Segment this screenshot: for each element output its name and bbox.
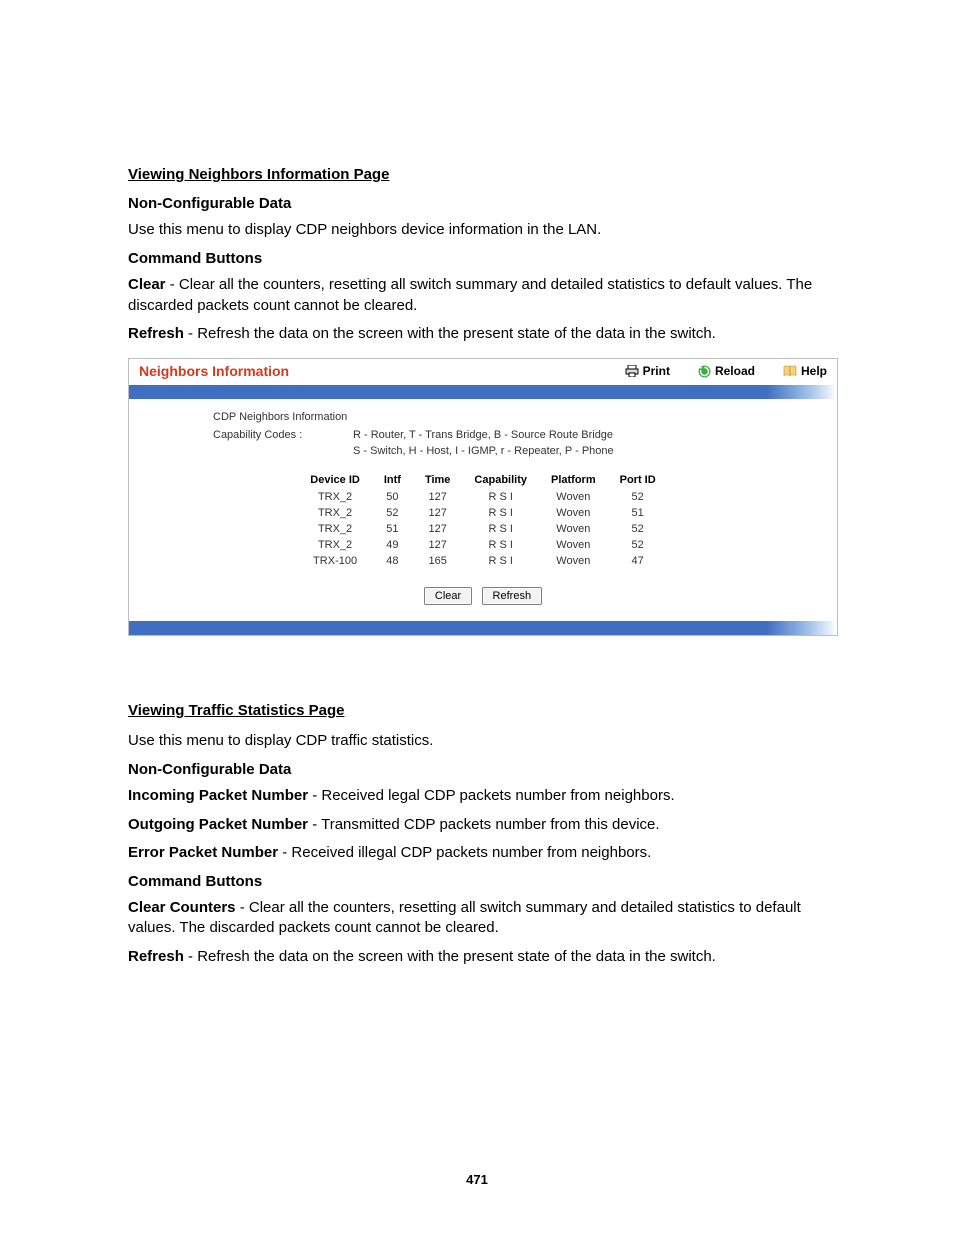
table-cell: 51 <box>608 505 668 521</box>
section2-cmd-refresh: Refresh - Refresh the data on the screen… <box>128 947 838 967</box>
noncfg-item-text: - Received legal CDP packets number from… <box>308 787 675 804</box>
table-row: TRX_250127R S IWoven52 <box>298 489 667 505</box>
capcodes-line1: R - Router, T - Trans Bridge, B - Source… <box>353 429 753 441</box>
table-row: TRX_249127R S IWoven52 <box>298 537 667 553</box>
help-icon <box>783 365 797 377</box>
capcodes-label: Capability Codes : <box>213 429 353 441</box>
table-cell: Woven <box>539 537 608 553</box>
noncfg-item-label: Error Packet Number <box>128 844 278 861</box>
cdp-meta: CDP Neighbors Information Capability Cod… <box>213 411 753 457</box>
cmd-refresh-text: - Refresh the data on the screen with th… <box>184 325 716 342</box>
section1-cmd-refresh: Refresh - Refresh the data on the screen… <box>128 324 838 344</box>
cmd-refresh2-label: Refresh <box>128 948 184 965</box>
table-cell: TRX_2 <box>298 505 372 521</box>
panel-title: Neighbors Information <box>139 363 625 379</box>
table-cell: 127 <box>413 521 462 537</box>
table-cell: Woven <box>539 521 608 537</box>
section2-cmd-clear: Clear Counters - Clear all the counters,… <box>128 898 838 939</box>
print-label: Print <box>643 364 670 378</box>
table-cell: 52 <box>608 537 668 553</box>
table-row: TRX_251127R S IWoven52 <box>298 521 667 537</box>
table-cell: R S I <box>462 537 539 553</box>
table-cell: 127 <box>413 537 462 553</box>
section2-noncfg-head: Non-Configurable Data <box>128 761 838 778</box>
table-cell: 127 <box>413 489 462 505</box>
noncfg-item: Incoming Packet Number - Received legal … <box>128 786 838 806</box>
table-cell: TRX_2 <box>298 537 372 553</box>
section1-cmd-clear: Clear - Clear all the counters, resettin… <box>128 275 838 316</box>
cmd-refresh2-text: - Refresh the data on the screen with th… <box>184 948 716 965</box>
panel-actions: Print Reload Help <box>625 364 827 378</box>
table-cell: R S I <box>462 489 539 505</box>
panel-header: Neighbors Information Print Reload <box>129 359 837 385</box>
table-header-row: Device ID Intf Time Capability Platform … <box>298 471 667 489</box>
table-row: TRX_252127R S IWoven51 <box>298 505 667 521</box>
cdp-table: Device ID Intf Time Capability Platform … <box>298 471 667 569</box>
section1-noncfg-text: Use this menu to display CDP neighbors d… <box>128 220 838 240</box>
page-number: 471 <box>0 1172 954 1187</box>
noncfg-item-label: Incoming Packet Number <box>128 787 308 804</box>
table-cell: 127 <box>413 505 462 521</box>
table-cell: R S I <box>462 521 539 537</box>
col-port-id: Port ID <box>608 471 668 489</box>
section1-cmd-head: Command Buttons <box>128 250 838 267</box>
help-label: Help <box>801 364 827 378</box>
section1-noncfg-head: Non-Configurable Data <box>128 195 838 212</box>
section2-heading: Viewing Traffic Statistics Page <box>128 702 838 719</box>
cmd-clear-label: Clear <box>128 276 166 293</box>
refresh-button[interactable]: Refresh <box>482 587 543 605</box>
button-row: Clear Refresh <box>149 587 817 605</box>
table-cell: 165 <box>413 553 462 569</box>
cmd-clear-counters-label: Clear Counters <box>128 899 236 916</box>
cmd-refresh-label: Refresh <box>128 325 184 342</box>
col-device-id: Device ID <box>298 471 372 489</box>
noncfg-item: Outgoing Packet Number - Transmitted CDP… <box>128 815 838 835</box>
table-cell: Woven <box>539 553 608 569</box>
reload-label: Reload <box>715 364 755 378</box>
blue-bar-top <box>129 385 837 399</box>
table-cell: 49 <box>372 537 413 553</box>
noncfg-item: Error Packet Number - Received illegal C… <box>128 843 838 863</box>
col-intf: Intf <box>372 471 413 489</box>
panel-body: CDP Neighbors Information Capability Cod… <box>129 399 837 621</box>
clear-button[interactable]: Clear <box>424 587 472 605</box>
table-cell: TRX-100 <box>298 553 372 569</box>
neighbors-panel: Neighbors Information Print Reload <box>128 358 838 636</box>
help-button[interactable]: Help <box>783 364 827 378</box>
cmd-clear-text: - Clear all the counters, resetting all … <box>128 276 812 313</box>
printer-icon <box>625 365 639 377</box>
table-cell: 51 <box>372 521 413 537</box>
table-cell: 52 <box>608 489 668 505</box>
table-cell: 50 <box>372 489 413 505</box>
noncfg-item-text: - Transmitted CDP packets number from th… <box>308 816 660 833</box>
blue-bar-bottom <box>129 621 837 635</box>
noncfg-item-text: - Received illegal CDP packets number fr… <box>278 844 651 861</box>
table-cell: R S I <box>462 505 539 521</box>
cdp-caption: CDP Neighbors Information <box>213 411 353 423</box>
capcodes-line2: S - Switch, H - Host, I - IGMP, r - Repe… <box>353 445 753 457</box>
table-cell: 48 <box>372 553 413 569</box>
reload-icon <box>698 365 711 378</box>
table-cell: TRX_2 <box>298 489 372 505</box>
table-cell: R S I <box>462 553 539 569</box>
table-cell: Woven <box>539 489 608 505</box>
col-capability: Capability <box>462 471 539 489</box>
print-button[interactable]: Print <box>625 364 670 378</box>
table-cell: 47 <box>608 553 668 569</box>
table-cell: 52 <box>608 521 668 537</box>
col-time: Time <box>413 471 462 489</box>
table-row: TRX-10048165R S IWoven47 <box>298 553 667 569</box>
reload-button[interactable]: Reload <box>698 364 755 378</box>
table-cell: Woven <box>539 505 608 521</box>
table-cell: 52 <box>372 505 413 521</box>
section2-cmd-head: Command Buttons <box>128 873 838 890</box>
section1-heading: Viewing Neighbors Information Page <box>128 166 838 183</box>
noncfg-item-label: Outgoing Packet Number <box>128 816 308 833</box>
table-cell: TRX_2 <box>298 521 372 537</box>
col-platform: Platform <box>539 471 608 489</box>
section2-intro: Use this menu to display CDP traffic sta… <box>128 731 838 751</box>
